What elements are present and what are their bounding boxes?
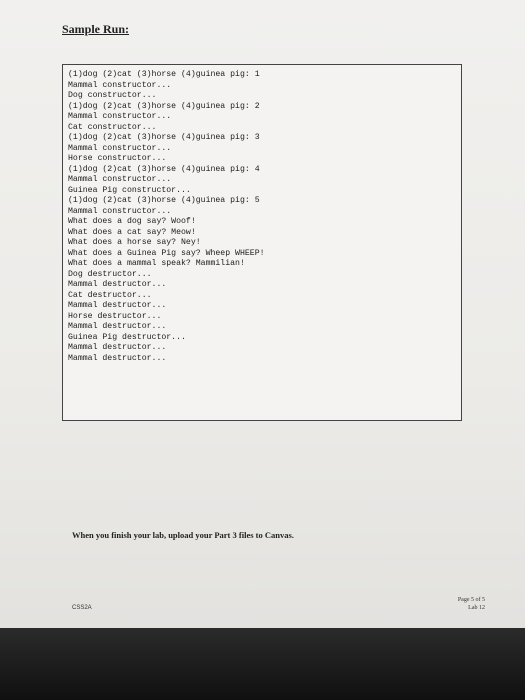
- console-line: Mammal constructor...: [68, 206, 172, 216]
- console-line: (1)dog (2)cat (3)horse (4)guinea pig: 4: [68, 164, 260, 174]
- console-line: (1)dog (2)cat (3)horse (4)guinea pig: 1: [68, 70, 260, 79]
- lab-label: Lab 12: [468, 605, 485, 611]
- page-number: Page 5 of 5: [457, 597, 485, 603]
- console-line: (1)dog (2)cat (3)horse (4)guinea pig: 3: [68, 133, 260, 142]
- dark-background-below-page: [0, 628, 525, 700]
- upload-instruction: When you finish your lab, upload your Pa…: [72, 530, 294, 540]
- document-page: Sample Run: (1)dog (2)cat (3)horse (4)gu…: [0, 0, 525, 628]
- console-line: Mammal constructor...: [68, 175, 172, 184]
- console-line: What does a horse say? Ney!: [68, 238, 201, 247]
- console-line: What does a dog say? Woof!: [68, 217, 196, 226]
- console-line: (1)dog (2)cat (3)horse (4)guinea pig: 2: [68, 101, 260, 111]
- section-heading: Sample Run:: [62, 22, 130, 36]
- console-line: Mammal destructor...: [68, 301, 167, 310]
- console-line: Mammal destructor...: [68, 353, 167, 363]
- console-line: Dog destructor...: [68, 269, 152, 279]
- console-line: Mammal constructor...: [68, 80, 172, 90]
- console-line: What does a cat say? Meow!: [68, 227, 196, 237]
- console-line: (1)dog (2)cat (3)horse (4)guinea pig: 5: [68, 196, 260, 205]
- console-line: Cat destructor...: [68, 290, 152, 300]
- console-line: Horse destructor...: [68, 311, 162, 321]
- console-line: Mammal constructor...: [68, 143, 172, 153]
- console-line: Cat constructor...: [68, 122, 157, 132]
- console-line: Mammal destructor...: [68, 322, 167, 331]
- console-line: Dog constructor...: [68, 91, 157, 100]
- sample-run-console-output: (1)dog (2)cat (3)horse (4)guinea pig: 1M…: [62, 64, 462, 421]
- page-info: Page 5 of 5 Lab 12: [458, 596, 485, 612]
- console-line: What does a mammal speak? Mammilian!: [68, 259, 245, 268]
- console-line: Mammal destructor...: [68, 280, 167, 289]
- console-line: Horse constructor...: [68, 154, 167, 163]
- console-line: Guinea Pig constructor...: [68, 185, 191, 195]
- console-line: Mammal destructor...: [68, 343, 167, 352]
- console-line: Guinea Pig destructor...: [68, 332, 186, 342]
- console-line: Mammal constructor...: [68, 112, 172, 121]
- course-code: CSS2A: [72, 605, 92, 611]
- console-line: What does a Guinea Pig say? Wheep WHEEP!: [68, 248, 265, 258]
